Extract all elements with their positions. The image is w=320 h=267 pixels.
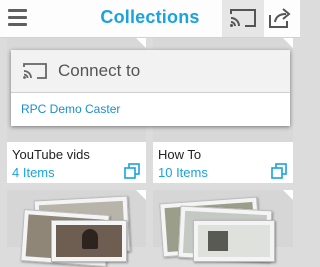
collection-name: YouTube vids — [12, 147, 90, 162]
tile-corner — [283, 38, 293, 48]
cast-button[interactable] — [222, 0, 264, 37]
cast-device-item[interactable]: RPC Demo Caster — [11, 93, 290, 126]
collection-stack-icon[interactable] — [124, 163, 140, 179]
share-button[interactable] — [268, 7, 292, 34]
cast-dialog-header: Connect to — [11, 50, 290, 93]
collection-stack-icon[interactable] — [271, 163, 287, 179]
collection-count: 10 Items — [158, 165, 208, 180]
cast-icon — [230, 9, 256, 27]
tile-corner — [136, 190, 146, 200]
tile-corner — [136, 38, 146, 48]
collection-name: How To — [158, 147, 202, 162]
app-bar: Collections — [0, 0, 300, 38]
cast-dialog: Connect to RPC Demo Caster — [11, 50, 290, 126]
photo-thumbnail — [51, 220, 127, 262]
cast-dialog-title: Connect to — [58, 61, 141, 80]
tile-corner — [283, 190, 293, 200]
collection-tile[interactable] — [153, 190, 293, 263]
cast-icon — [23, 63, 47, 79]
collection-tile[interactable] — [7, 190, 146, 267]
photo-thumbnail — [193, 220, 275, 262]
cast-device-name: RPC Demo Caster — [21, 102, 121, 116]
share-icon — [269, 8, 291, 28]
collection-count: 4 Items — [12, 165, 55, 180]
